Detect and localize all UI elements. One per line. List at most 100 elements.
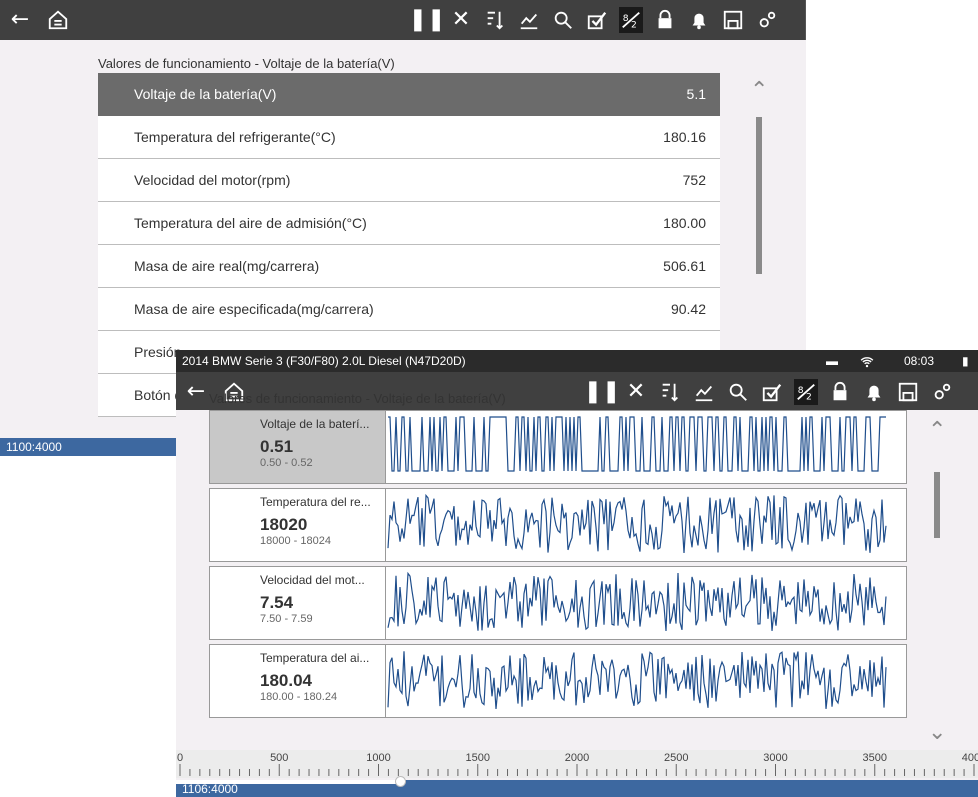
lock-icon[interactable]	[828, 379, 852, 405]
scroll-up-icon[interactable]: ⌃	[928, 418, 946, 443]
back-arrow-icon[interactable]: ←	[184, 379, 208, 405]
scrollbar[interactable]	[756, 117, 762, 274]
trace-line	[387, 651, 887, 710]
home-icon[interactable]	[46, 7, 70, 33]
clear-icon[interactable]: ✕	[624, 379, 648, 405]
save-icon[interactable]	[721, 7, 745, 33]
list-item[interactable]: Velocidad del motor(rpm) 752	[98, 159, 720, 202]
graph-trace	[387, 571, 887, 632]
trace-line	[387, 571, 887, 632]
axis-tick-label: 4000	[962, 752, 978, 764]
axis-tick-label: 500	[270, 752, 288, 764]
graph-row[interactable]: Temperatura del re... 18020 18000 - 1802…	[209, 488, 907, 562]
list-item[interactable]: Masa de aire real(mg/carrera) 506.61	[98, 245, 720, 288]
graph-label: Velocidad del mot... 7.54 7.50 - 7.59	[210, 567, 386, 639]
graph-name: Voltaje de la baterí...	[260, 417, 370, 431]
sort-icon[interactable]	[483, 7, 507, 33]
battery-bar-icon: ▬	[826, 354, 838, 368]
graph-range: 180.00 - 180.24	[260, 691, 338, 703]
back-arrow-icon[interactable]: ←	[8, 7, 32, 33]
graph-value: 0.51	[260, 437, 294, 456]
graph-icon[interactable]	[692, 379, 716, 405]
settings-icon[interactable]	[930, 379, 954, 405]
graph-label: Temperatura del ai... 180.04 180.00 - 18…	[210, 645, 386, 717]
item-value: 180.16	[663, 129, 706, 145]
list-item[interactable]: Masa de aire especificada(mg/carrera) 90…	[98, 288, 720, 331]
item-name: Velocidad del motor(rpm)	[134, 172, 291, 188]
item-name: Temperatura del aire de admisión(°C)	[134, 215, 367, 231]
graph-view-panel: 2014 BMW Serie 3 (F30/F80) 2.0L Diesel (…	[176, 350, 978, 797]
check-icon[interactable]	[585, 7, 609, 33]
axis-tick-label: 3500	[863, 752, 887, 764]
graph-value: 180.04	[260, 671, 312, 690]
axis-tick-label: 1500	[466, 752, 490, 764]
svg-text:8: 8	[798, 385, 804, 396]
scroll-up-icon[interactable]: ⌃	[750, 78, 768, 103]
graph-row[interactable]: Voltaje de la baterí... 0.51 0.50 - 0.52	[209, 410, 907, 484]
axis-tick-label: 1000	[366, 752, 390, 764]
graph-name: Velocidad del mot...	[260, 573, 365, 587]
axis-tick-label: 0	[177, 752, 183, 764]
graph-trace	[387, 651, 887, 710]
svg-text:8: 8	[623, 13, 629, 24]
check-icon[interactable]	[760, 379, 784, 405]
zoom-icon[interactable]	[551, 7, 575, 33]
svg-text:2: 2	[806, 391, 812, 402]
battery-icon: ▮	[962, 354, 969, 368]
trace-line	[388, 416, 886, 472]
overlay-icon[interactable]: 82	[619, 7, 643, 33]
scroll-down-icon[interactable]: ⌄	[928, 720, 946, 745]
list-item[interactable]: Voltaje de la batería(V) 5.1	[98, 73, 720, 116]
graph-range: 7.50 - 7.59	[260, 613, 313, 625]
graph-label: Temperatura del re... 18020 18000 - 1802…	[210, 489, 386, 561]
list-item[interactable]: Temperatura del refrigerante(°C) 180.16	[98, 116, 720, 159]
lock-icon[interactable]	[653, 7, 677, 33]
graph-range: 0.50 - 0.52	[260, 457, 313, 469]
graph-trace	[388, 416, 886, 472]
item-value: 506.61	[663, 258, 706, 274]
graph-row[interactable]: Velocidad del mot... 7.54 7.50 - 7.59	[209, 566, 907, 640]
graph-name: Temperatura del re...	[260, 495, 371, 509]
save-icon[interactable]	[896, 379, 920, 405]
clear-icon[interactable]: ✕	[449, 7, 473, 33]
scrollbar[interactable]	[934, 472, 940, 538]
page-title: Valores de funcionamiento - Voltaje de l…	[98, 56, 395, 71]
item-name: Temperatura del refrigerante(°C)	[134, 129, 336, 145]
toolbar-left: ←	[8, 0, 70, 40]
page-title: Valores de funcionamiento - Voltaje de l…	[209, 391, 506, 406]
graph-icon[interactable]	[517, 7, 541, 33]
list-item[interactable]: Temperatura del aire de admisión(°C) 180…	[98, 202, 720, 245]
settings-icon[interactable]	[755, 7, 779, 33]
item-name: Voltaje de la batería(V)	[134, 86, 277, 102]
axis-tick-label: 2500	[664, 752, 688, 764]
graph-label: Voltaje de la baterí... 0.51 0.50 - 0.52	[210, 411, 386, 483]
item-value: 752	[682, 172, 706, 188]
timeline-progress	[176, 780, 401, 784]
wifi-icon	[860, 350, 874, 372]
system-bar: 2014 BMW Serie 3 (F30/F80) 2.0L Diesel (…	[176, 350, 978, 372]
timeline-axis[interactable]: 0 500 1000 1500 2000 2500 3000 3500 4000	[176, 750, 978, 778]
axis-tick-label: 2000	[565, 752, 589, 764]
pause-icon[interactable]: ❚❚	[409, 7, 446, 33]
zoom-icon[interactable]	[726, 379, 750, 405]
sort-icon[interactable]	[658, 379, 682, 405]
svg-text:2: 2	[631, 19, 637, 30]
graph-value: 18020	[260, 515, 308, 534]
axis-tick-label: 3000	[763, 752, 787, 764]
item-name: Masa de aire especificada(mg/carrera)	[134, 301, 374, 317]
pause-icon[interactable]: ❚❚	[584, 379, 621, 405]
top-toolbar: ← ❚❚ ✕ 82	[0, 0, 805, 40]
graph-row[interactable]: Temperatura del ai... 180.04 180.00 - 18…	[209, 644, 907, 718]
overlay-icon[interactable]: 82	[794, 379, 818, 405]
graph-value: 7.54	[260, 593, 294, 612]
vehicle-title: 2014 BMW Serie 3 (F30/F80) 2.0L Diesel (…	[182, 354, 466, 368]
toolbar-right: ❚❚ ✕ 82	[409, 0, 779, 40]
timeline-handle[interactable]	[395, 776, 406, 787]
bell-icon[interactable]	[687, 7, 711, 33]
graph-range: 18000 - 18024	[260, 535, 331, 547]
toolbar-right: ❚❚ ✕ 82	[584, 372, 954, 412]
item-name: Masa de aire real(mg/carrera)	[134, 258, 320, 274]
bell-icon[interactable]	[862, 379, 886, 405]
item-value: 5.1	[686, 86, 706, 102]
trace-line	[387, 493, 887, 554]
